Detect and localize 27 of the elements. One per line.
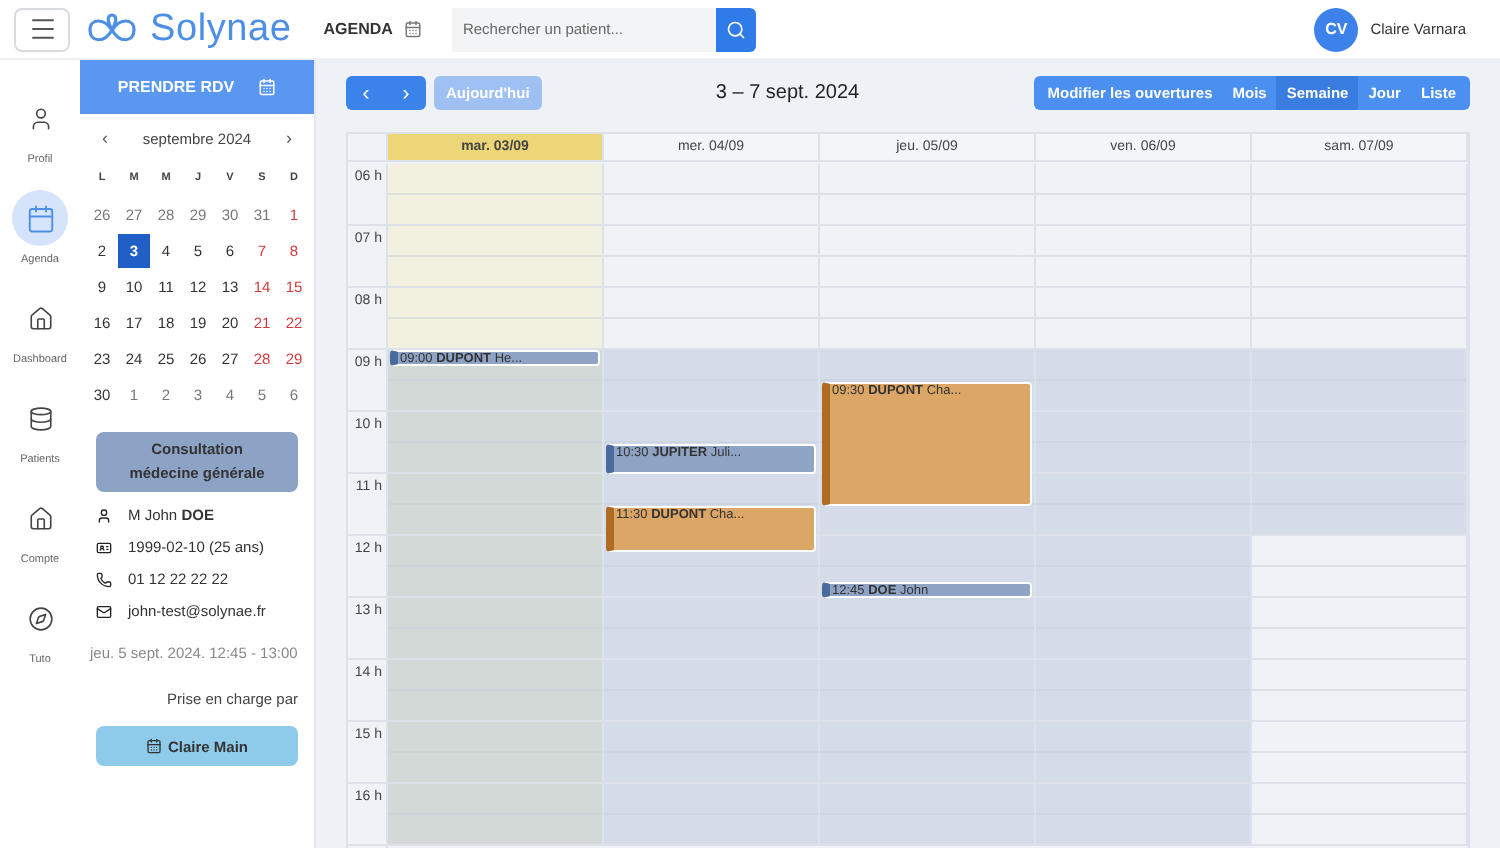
person-icon [96,507,112,523]
search-icon [726,19,747,39]
user-avatar[interactable]: CV [1314,7,1359,51]
next-month-button[interactable]: › [279,128,298,148]
id-card-icon [96,539,112,555]
menu-button[interactable] [14,7,70,51]
book-appointment-button[interactable]: PRENDRE RDV [80,60,314,114]
next-week-button[interactable]: › [386,76,426,110]
brand-name: Solynae [150,7,292,51]
date-range-title: 3 – 7 sept. 2024 [713,82,862,104]
database-icon [27,405,53,431]
user-icon [27,105,53,131]
compass-icon [27,605,53,631]
calendar-icon [145,738,162,754]
previous-week-button[interactable]: ‹ [346,76,386,110]
search-button[interactable] [716,7,757,51]
previous-month-button[interactable]: ‹ [96,128,114,148]
calendar-icon [25,203,55,233]
menu-icon [27,14,57,44]
phone-icon [96,571,112,587]
logo-icon [86,11,138,47]
house-icon [27,505,53,531]
house-icon [27,305,53,331]
calendar-icon[interactable] [404,20,423,38]
section-title: AGENDA [323,20,393,38]
calendar-icon [258,78,277,96]
mail-icon [96,603,112,619]
